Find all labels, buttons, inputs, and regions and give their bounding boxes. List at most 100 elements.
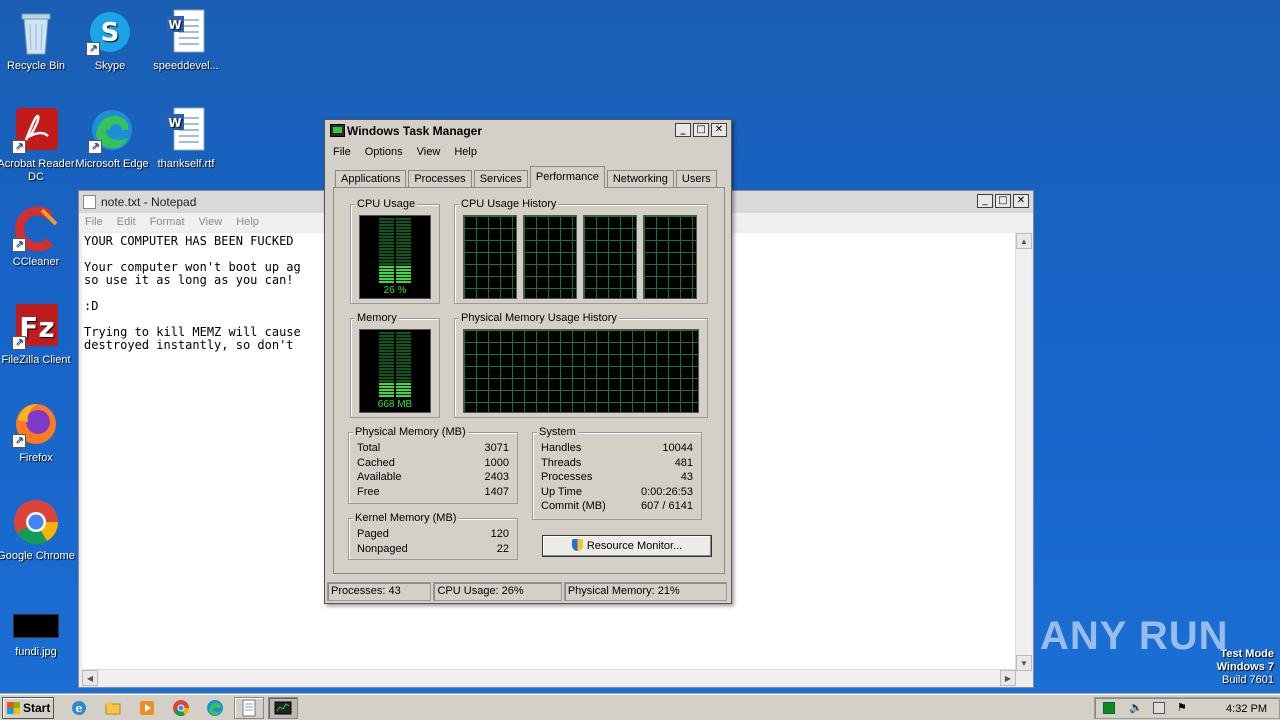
cpu-meter-segment bbox=[379, 257, 394, 259]
menu-file[interactable]: File bbox=[85, 213, 103, 231]
desktop-icon-chrome[interactable]: Google Chrome bbox=[0, 498, 76, 563]
scroll-left-arrow-icon[interactable]: ◀ bbox=[82, 670, 98, 686]
status-physical-memory: Physical Memory: 21% bbox=[563, 582, 728, 601]
resource-monitor-button[interactable]: Resource Monitor... bbox=[542, 535, 712, 557]
network-status-icon[interactable] bbox=[1103, 702, 1115, 714]
anyrun-watermark: ANY RUN bbox=[1040, 614, 1229, 658]
stat-value: 0:00:26:53 bbox=[641, 486, 693, 498]
acrobat-icon: ↗ bbox=[12, 106, 60, 154]
svg-text:W: W bbox=[168, 116, 181, 130]
cpu-history-graph-core-3 bbox=[583, 215, 637, 299]
media-player-icon[interactable] bbox=[138, 699, 156, 717]
cpu-history-group: CPU Usage History bbox=[454, 198, 708, 304]
memory-usage-meter: 668 MB bbox=[359, 329, 431, 413]
task-manager-caption-buttons: _ □ ✕ bbox=[675, 123, 727, 137]
menu-file[interactable]: File bbox=[333, 142, 351, 162]
desktop-icon-image-file[interactable]: fundi.jpg bbox=[0, 614, 76, 659]
desktop-icon-word-document[interactable]: W speeddevel... bbox=[146, 8, 226, 73]
cpu-history-graph-core-4 bbox=[643, 215, 697, 299]
tab-services[interactable]: Services bbox=[473, 170, 528, 188]
cpu-meter-segment bbox=[396, 233, 411, 235]
desktop-icon-label: Microsoft Edge bbox=[75, 158, 149, 170]
word-document-icon: W bbox=[162, 106, 210, 154]
test-mode-notice: Test Mode Windows 7 Build 7601 bbox=[1217, 648, 1274, 687]
memory-meter-segment bbox=[396, 389, 411, 391]
task-manager-taskbar-icon bbox=[274, 701, 292, 715]
desktop-icon-firefox[interactable]: ↗ Firefox bbox=[0, 400, 76, 465]
memory-meter-segment bbox=[379, 392, 394, 394]
desktop-icon-skype[interactable]: S ↗ Skype bbox=[70, 8, 150, 73]
notepad-title: note.txt - Notepad bbox=[101, 195, 197, 209]
vertical-scrollbar[interactable]: ▲ ▼ bbox=[1015, 233, 1032, 671]
tab-networking[interactable]: Networking bbox=[606, 170, 674, 188]
start-button[interactable]: Start bbox=[2, 697, 54, 719]
task-manager-window[interactable]: Windows Task Manager _ □ ✕ File Options … bbox=[324, 119, 732, 604]
svg-text:W: W bbox=[168, 18, 181, 32]
maximize-button[interactable]: □ bbox=[995, 194, 1011, 208]
tab-performance[interactable]: Performance bbox=[529, 166, 605, 188]
network-icon[interactable] bbox=[1153, 702, 1165, 714]
taskbar-clock[interactable]: 4:32 PM bbox=[1226, 698, 1267, 720]
menu-edit[interactable]: Edit bbox=[117, 213, 136, 231]
menu-format[interactable]: Format bbox=[150, 213, 185, 231]
cpu-meter-segment bbox=[379, 281, 394, 283]
memory-meter-segment bbox=[396, 362, 411, 364]
scroll-right-arrow-icon[interactable]: ▶ bbox=[1000, 670, 1016, 686]
stat-label: Up Time bbox=[541, 486, 582, 498]
maximize-button[interactable]: □ bbox=[693, 123, 709, 137]
taskbar-task-manager-button[interactable] bbox=[268, 697, 298, 719]
menu-help[interactable]: Help bbox=[454, 142, 477, 162]
desktop-icon-acrobat[interactable]: ↗ Acrobat Reader DC bbox=[0, 106, 76, 184]
notepad-icon bbox=[83, 195, 96, 209]
cpu-meter-segment bbox=[396, 263, 411, 265]
close-button[interactable]: ✕ bbox=[711, 123, 727, 137]
physical-memory-title: Physical Memory (MB) bbox=[353, 426, 468, 438]
desktop-icon-filezilla[interactable]: Fz ↗ FileZilla Client bbox=[0, 302, 76, 367]
memory-meter-segment bbox=[379, 350, 394, 352]
menu-view[interactable]: View bbox=[417, 142, 441, 162]
minimize-button[interactable]: _ bbox=[977, 194, 993, 208]
scroll-up-arrow-icon[interactable]: ▲ bbox=[1016, 233, 1032, 249]
minimize-button[interactable]: _ bbox=[675, 123, 691, 137]
performance-panel: CPU Usage 26 % CPU Usage History Memory … bbox=[333, 187, 725, 574]
volume-icon[interactable]: 🔈 bbox=[1129, 702, 1143, 714]
memory-meter-segment bbox=[379, 353, 394, 355]
cpu-meter-segment bbox=[379, 230, 394, 232]
task-manager-titlebar[interactable]: Windows Task Manager _ □ ✕ bbox=[325, 120, 731, 142]
cpu-meter-segment bbox=[379, 263, 394, 265]
memory-meter-segment bbox=[379, 344, 394, 346]
tab-processes[interactable]: Processes bbox=[408, 170, 472, 188]
memory-meter-segment bbox=[379, 377, 394, 379]
file-explorer-icon[interactable] bbox=[104, 699, 122, 717]
chrome-taskbar-icon[interactable] bbox=[172, 699, 190, 717]
close-button[interactable]: ✕ bbox=[1013, 194, 1029, 208]
cpu-meter-segment bbox=[396, 260, 411, 262]
tab-users[interactable]: Users bbox=[675, 170, 717, 188]
desktop-icon-ccleaner[interactable]: ↗ CCleaner bbox=[0, 204, 76, 269]
menu-view[interactable]: View bbox=[199, 213, 223, 231]
memory-meter-segment bbox=[396, 332, 411, 334]
horizontal-scrollbar[interactable]: ◀ ▶ bbox=[82, 669, 1016, 686]
memory-meter-segment bbox=[379, 338, 394, 340]
desktop-icon-recycle-bin[interactable]: Recycle Bin bbox=[0, 8, 76, 73]
memory-meter-segment bbox=[379, 371, 394, 373]
stat-label: Total bbox=[357, 442, 381, 454]
desktop-icon-rtf-document[interactable]: W thankself.rtf bbox=[146, 106, 226, 171]
desktop-icon-label: Google Chrome bbox=[0, 550, 75, 562]
menu-options[interactable]: Options bbox=[365, 142, 403, 162]
shortcut-arrow-icon: ↗ bbox=[12, 238, 26, 252]
stat-label: Nonpaged bbox=[357, 543, 408, 555]
internet-explorer-icon[interactable]: e bbox=[70, 699, 88, 717]
edge-taskbar-icon[interactable] bbox=[206, 699, 224, 717]
desktop-icon-edge[interactable]: ↗ Microsoft Edge bbox=[72, 106, 152, 171]
taskbar-notepad-button[interactable] bbox=[234, 697, 264, 719]
action-center-flag-icon[interactable]: ⚑ bbox=[1177, 702, 1189, 714]
task-manager-menubar: File Options View Help bbox=[325, 142, 731, 162]
tab-applications[interactable]: Applications bbox=[335, 170, 407, 188]
menu-help[interactable]: Help bbox=[236, 213, 259, 231]
memory-meter-segment bbox=[396, 335, 411, 337]
scroll-down-arrow-icon[interactable]: ▼ bbox=[1016, 655, 1032, 671]
test-mode-line2: Windows 7 bbox=[1216, 661, 1274, 673]
cpu-usage-group: CPU Usage 26 % bbox=[350, 198, 440, 304]
memory-meter-segment bbox=[396, 353, 411, 355]
